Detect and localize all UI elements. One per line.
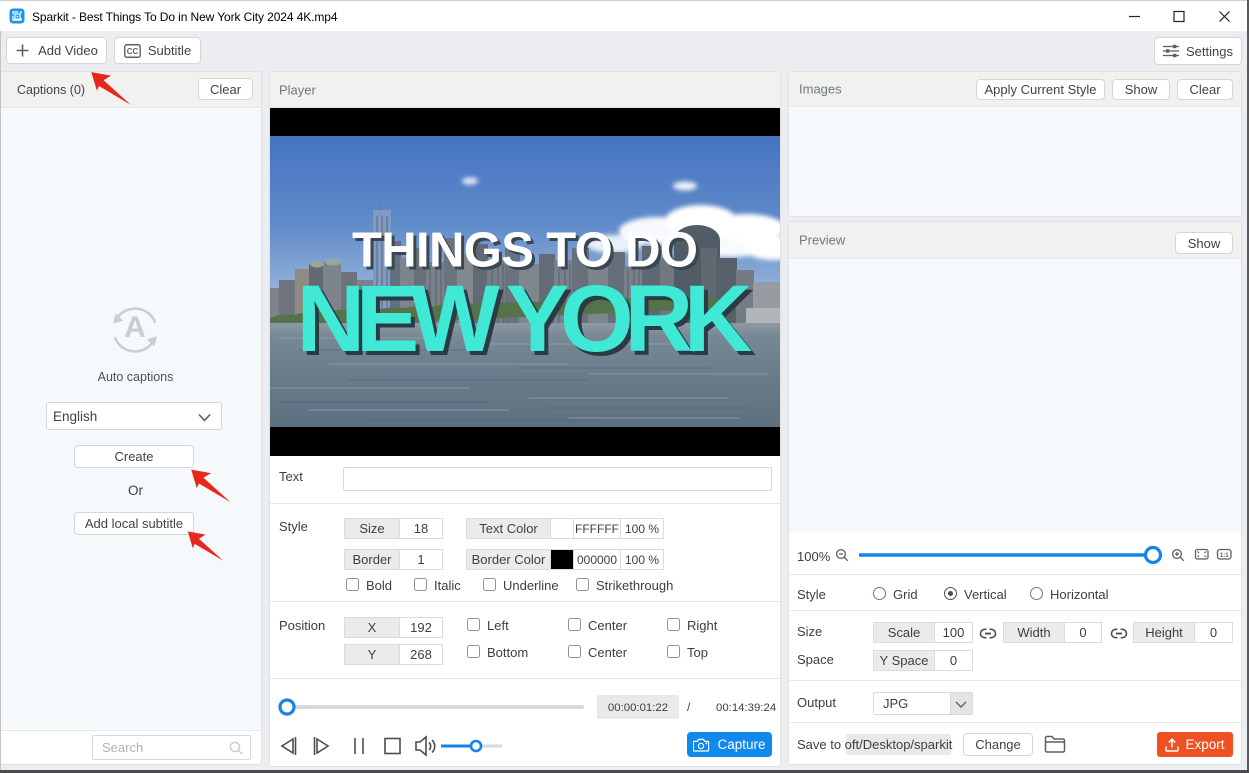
svg-text:00:00:01:22: 00:00:01:22	[608, 702, 668, 714]
svg-text:NEW YORK: NEW YORK	[297, 266, 753, 372]
svg-text:1:1: 1:1	[1220, 553, 1229, 559]
svg-text:/: /	[687, 700, 691, 714]
svg-text:A: A	[124, 311, 146, 344]
svg-text:00:14:39:24: 00:14:39:24	[716, 702, 776, 714]
svg-text:CC: CC	[127, 47, 139, 56]
